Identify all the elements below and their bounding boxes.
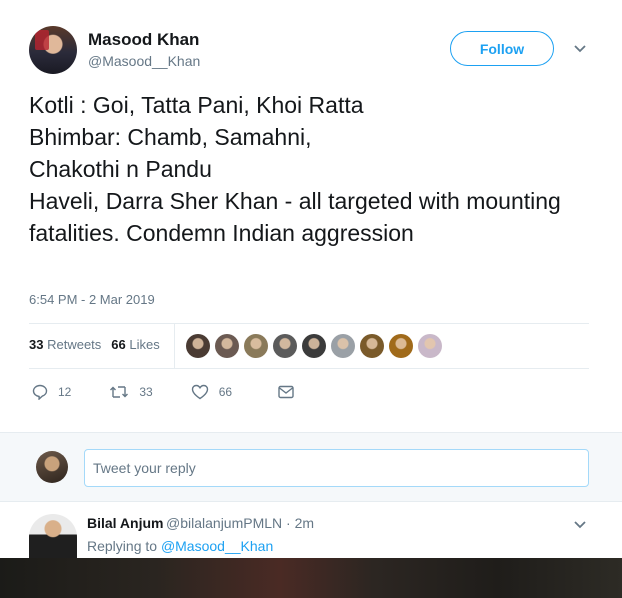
reply-composer [0,432,622,502]
reply-author-avatar[interactable] [29,514,77,560]
tweet-actions: 12 33 66 [29,384,294,400]
reply-icon [32,384,48,400]
reply-tweet[interactable]: Bilal Anjum @bilalanjumPMLN · 2m Replyin… [0,502,622,560]
chevron-down-icon[interactable] [574,45,586,53]
divider [29,368,589,369]
liker-avatar[interactable] [244,334,268,358]
liker-avatar[interactable] [360,334,384,358]
retweets-count: 33 [29,337,44,352]
direct-message-button[interactable] [278,385,294,399]
heart-icon [191,384,209,400]
liker-avatars [186,334,442,358]
replying-to: Replying to @Masood__Khan [87,538,273,554]
liker-avatar[interactable] [418,334,442,358]
like-button[interactable]: 66 [191,384,232,400]
reply-count: 12 [58,385,72,399]
likes-label: Likes [129,337,160,352]
retweets-label: Retweets [47,337,102,352]
reply-input[interactable] [84,449,589,487]
current-user-avatar [36,451,68,483]
media-preview [0,558,622,598]
retweets-stat[interactable]: 33 Retweets [29,337,101,352]
retweet-button[interactable]: 33 [109,384,153,400]
like-count: 66 [218,385,233,399]
likes-stat[interactable]: 66 Likes [111,337,159,352]
liker-avatar[interactable] [389,334,413,358]
chevron-down-icon[interactable] [574,521,586,529]
retweet-icon [109,384,129,400]
liker-avatar[interactable] [302,334,326,358]
liker-avatar[interactable] [215,334,239,358]
divider [29,323,589,324]
replying-to-link[interactable]: @Masood__Khan [161,538,273,554]
tweet-timestamp[interactable]: 6:54 PM - 2 Mar 2019 [29,292,155,307]
liker-avatar[interactable] [331,334,355,358]
engagement-stats: 33 Retweets 66 Likes [29,337,160,352]
author-handle[interactable]: @Masood__Khan [88,53,200,69]
liker-avatar[interactable] [273,334,297,358]
reply-author-name[interactable]: Bilal Anjum [87,515,164,531]
follow-button[interactable]: Follow [450,31,554,66]
divider [174,323,175,368]
author-avatar[interactable] [29,26,77,74]
envelope-icon [278,385,294,399]
reply-button[interactable]: 12 [32,384,71,400]
likes-count: 66 [111,337,126,352]
main-tweet: Masood Khan @Masood__Khan Follow Kotli :… [0,0,622,432]
liker-avatar[interactable] [186,334,210,358]
author-name[interactable]: Masood Khan [88,30,199,50]
tweet-text: Kotli : Goi, Tatta Pani, Khoi Ratta Bhim… [29,92,561,246]
replying-to-prefix: Replying to [87,538,161,554]
reply-author-meta[interactable]: @bilalanjumPMLN · 2m [166,515,314,531]
retweet-count: 33 [139,385,153,399]
